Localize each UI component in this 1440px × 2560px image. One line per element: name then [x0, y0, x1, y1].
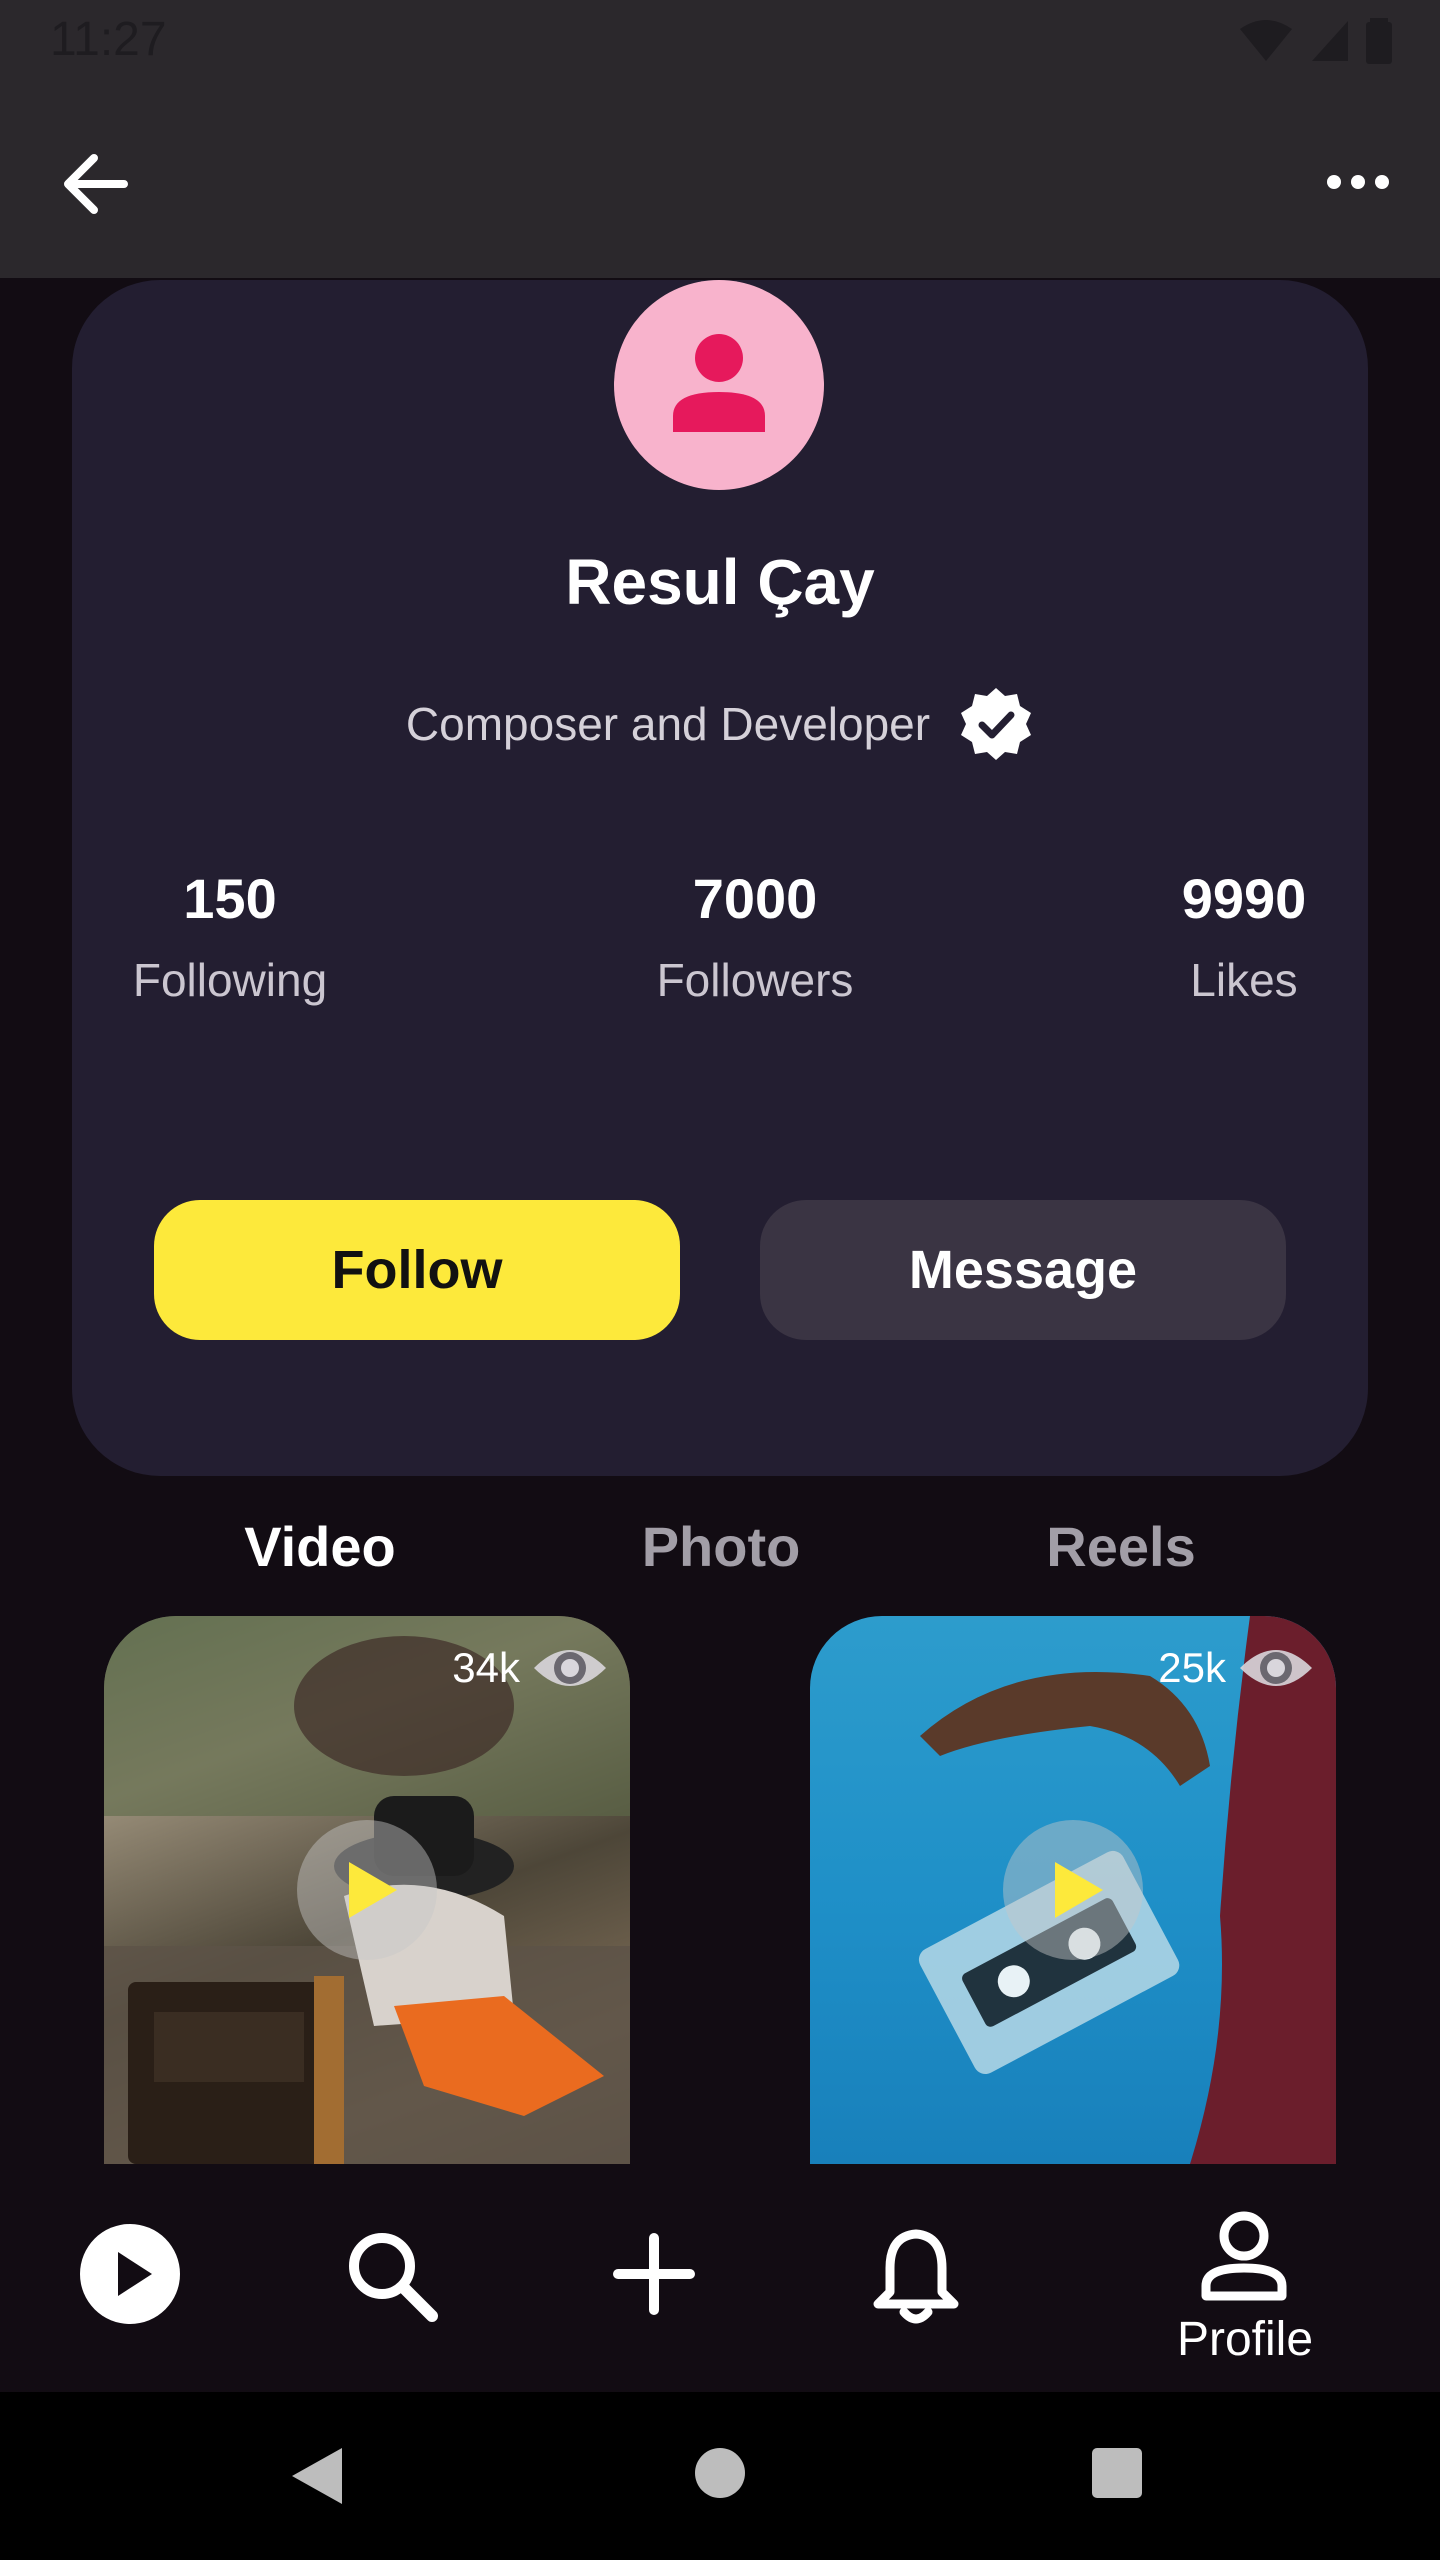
arrow-left-icon [64, 154, 128, 214]
video-thumbnail[interactable]: 25k [810, 1616, 1336, 2164]
stat-label: Likes [1190, 954, 1298, 1006]
video-thumbnail[interactable]: 34k [104, 1616, 630, 2164]
battery-icon [1366, 18, 1392, 64]
more-horizontal-icon [1327, 175, 1389, 189]
bio-row: Composer and Developer [0, 686, 1440, 762]
signal-icon [1312, 21, 1348, 61]
nav-profile[interactable] [1196, 2208, 1292, 2309]
message-button[interactable]: Message [760, 1200, 1286, 1340]
play-button[interactable] [297, 1820, 437, 1960]
avatar [614, 280, 824, 490]
stat-label: Followers [656, 954, 854, 1006]
stat-following[interactable]: 150 Following [80, 866, 380, 1007]
app-bar [0, 82, 1440, 278]
system-home-icon[interactable] [693, 2446, 747, 2500]
tab-video[interactable]: Video [170, 1514, 470, 1579]
view-count: 34k [452, 1640, 610, 1696]
nav-search[interactable] [342, 2226, 442, 2331]
system-navigation-bar [0, 2392, 1440, 2560]
back-button[interactable] [58, 144, 138, 224]
search-icon [349, 2233, 438, 2322]
view-count: 25k [1158, 1640, 1316, 1696]
play-icon [349, 1862, 397, 1918]
eye-icon [1240, 1650, 1312, 1686]
person-icon [673, 334, 765, 432]
view-count-label: 34k [452, 1644, 520, 1691]
play-button[interactable] [1003, 1820, 1143, 1960]
stat-value: 150 [183, 867, 277, 930]
profile-name: Resul Çay [565, 546, 875, 618]
verified-badge-icon [961, 688, 1032, 760]
play-circle-icon [80, 2224, 180, 2324]
stat-followers[interactable]: 7000 Followers [605, 866, 905, 1007]
stat-likes[interactable]: 9990 Likes [1094, 866, 1394, 1007]
person-icon [1201, 2211, 1287, 2301]
stat-label: Following [132, 954, 328, 1006]
bottom-navigation: Profile [0, 2164, 1440, 2392]
plus-icon [613, 2233, 695, 2315]
profile-bio: Composer and Developer [405, 698, 931, 750]
stat-value: 7000 [692, 867, 818, 930]
eye-icon [534, 1650, 606, 1686]
view-count-label: 25k [1158, 1644, 1226, 1691]
status-bar: 11:27 [0, 0, 1440, 82]
tab-reels[interactable]: Reels [971, 1514, 1271, 1579]
follow-button[interactable]: Follow [154, 1200, 680, 1340]
bell-icon [873, 2223, 959, 2324]
play-icon [1055, 1862, 1103, 1918]
stat-value: 9990 [1181, 867, 1307, 930]
system-back-icon[interactable] [288, 2444, 348, 2508]
tab-photo[interactable]: Photo [571, 1514, 871, 1579]
wifi-icon [1240, 20, 1292, 61]
status-icons [1238, 18, 1392, 64]
more-options-button[interactable] [1318, 152, 1398, 212]
status-time: 11:27 [50, 13, 167, 66]
nav-play[interactable] [78, 2222, 182, 2331]
nav-add[interactable] [612, 2232, 696, 2321]
nav-profile-label[interactable]: Profile [1140, 2312, 1350, 2367]
system-recents-icon[interactable] [1090, 2446, 1144, 2500]
nav-notifications[interactable] [872, 2222, 960, 2331]
